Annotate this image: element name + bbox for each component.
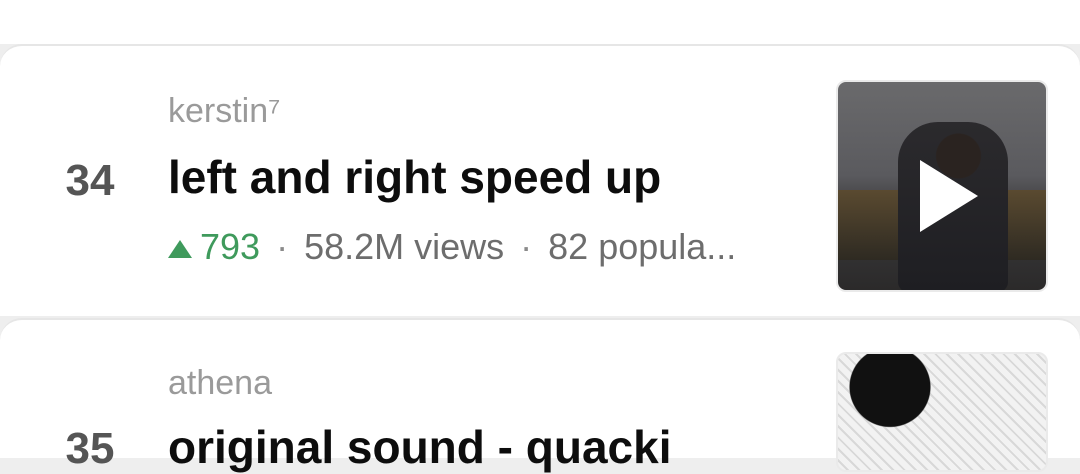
artist-name[interactable]: athena <box>168 364 272 403</box>
track-meta: 793 · 58.2M views · 82 popula... <box>168 226 736 268</box>
track-title[interactable]: left and right speed up <box>168 150 661 204</box>
thumbnail-illustration <box>838 354 968 464</box>
video-thumbnail[interactable] <box>836 352 1048 472</box>
trend-delta: 793 <box>200 226 261 267</box>
video-thumbnail[interactable] <box>836 80 1048 292</box>
artist-name[interactable]: kerstin⁷ <box>168 92 280 131</box>
views-count: 58.2M views <box>304 226 505 267</box>
list-item[interactable]: athena 35 original sound - quacki <box>0 318 1080 473</box>
list-item[interactable]: 34 kerstin⁷ left and right speed up 793 … <box>0 44 1080 316</box>
popularity: 82 popula... <box>548 226 737 267</box>
rank-number: 34 <box>65 156 115 205</box>
separator-dot: · <box>276 226 289 267</box>
separator-dot: · <box>520 226 533 267</box>
triangle-up-icon <box>168 240 192 258</box>
rank-number: 35 <box>65 424 115 473</box>
track-title[interactable]: original sound - quacki <box>168 420 671 474</box>
previous-list-item[interactable] <box>0 0 1080 44</box>
play-icon[interactable] <box>920 160 978 232</box>
